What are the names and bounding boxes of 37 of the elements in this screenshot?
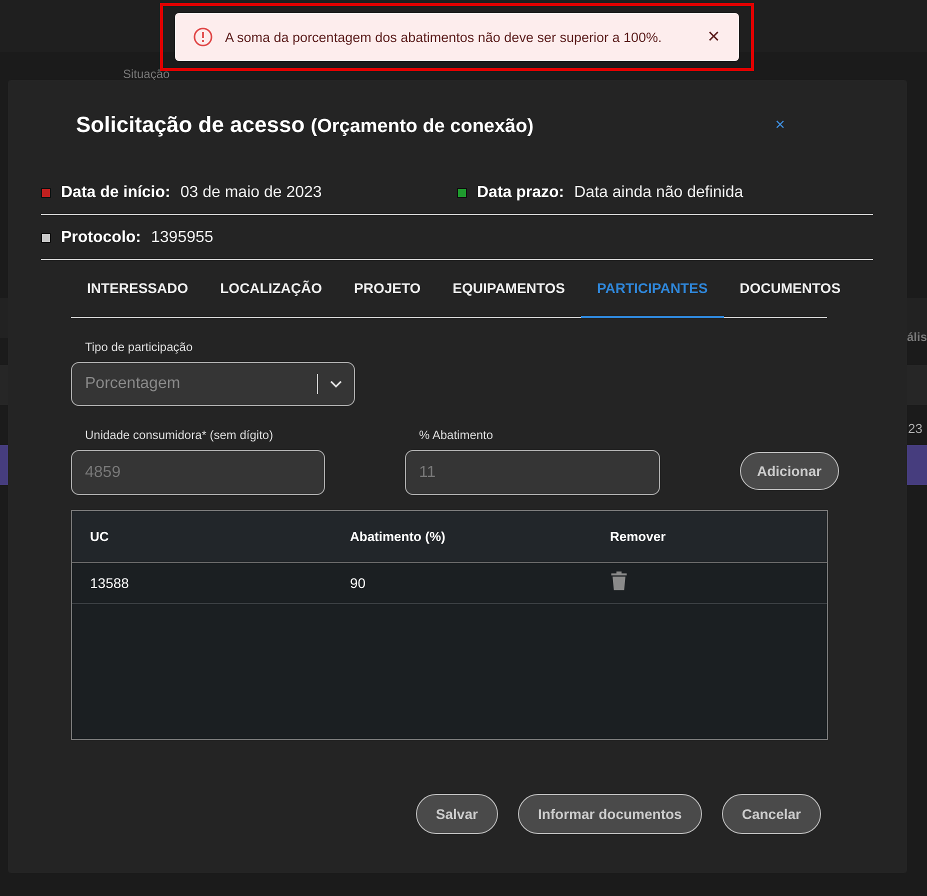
info-label: Data prazo: [477,184,564,202]
tab[interactable]: DOCUMENTOS [724,260,857,318]
action-button[interactable]: Informar documentos [518,794,702,834]
info-value: Data ainda não definida [574,184,744,202]
table-cell-text: 90 [349,575,367,591]
field-label: % Abatimento [418,428,494,442]
close-button[interactable]: × [773,115,787,135]
alert-icon [193,27,213,47]
action-button[interactable]: Cancelar [722,794,821,834]
tab[interactable]: PROJETO [338,260,437,318]
field-label: Unidade consumidora* (sem dígito) [84,428,274,442]
background-text: ális [907,330,927,344]
column-header: UC [89,529,110,544]
tab[interactable]: EQUIPAMENTOS [436,260,581,318]
tab[interactable]: LOCALIZAÇÃO [204,260,338,318]
chevron-down-icon [330,380,342,388]
info-label: Protocolo: [61,229,141,247]
input-field[interactable]: 11 [405,450,660,495]
add-button[interactable]: Adicionar [740,452,839,490]
info-label: Data de início: [61,184,170,202]
info-value: 03 de maio de 2023 [180,184,322,202]
info-value: 1395955 [151,229,214,247]
column-header: Remover [609,529,667,544]
tab[interactable]: PARTICIPANTES [580,260,724,318]
delete-button[interactable] [610,570,628,590]
dialog-title: Solicitação de acesso (Orçamento de conexão) [76,112,534,138]
toast-message: A soma da porcentagem dos abatimentos não deve ser superior a 100%. [225,30,663,44]
table-cell-text: 13588 [89,575,130,591]
column-header: Abatimento (%) [349,529,446,544]
input-field[interactable]: 4859 [71,450,325,495]
field-label: Situação [123,67,170,81]
field-label: Tipo de participação [84,340,194,354]
action-button[interactable]: Salvar [416,794,498,834]
close-button[interactable]: ✕ [703,27,724,47]
select-field[interactable]: Porcentagem [71,362,355,406]
background-text: 23 [908,421,922,436]
tab[interactable]: INTERESSADO [71,260,204,318]
